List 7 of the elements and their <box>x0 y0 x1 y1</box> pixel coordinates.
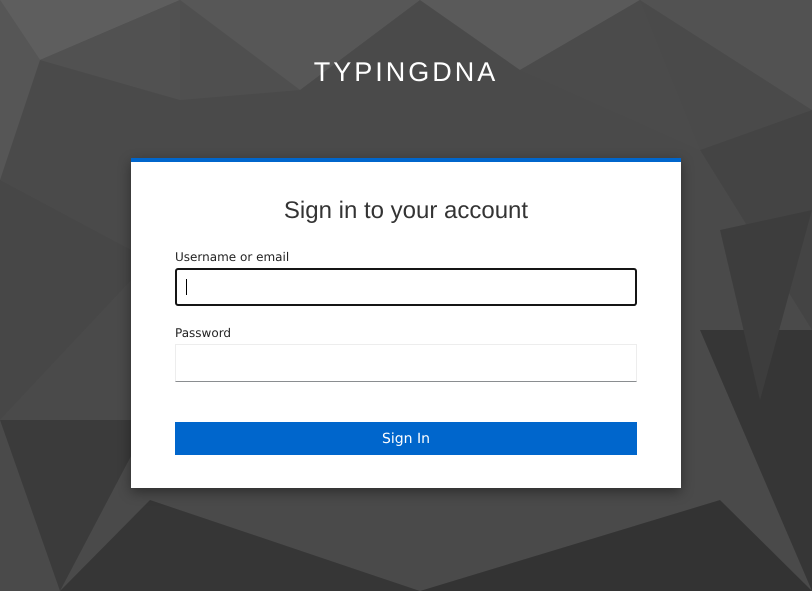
field-label: Username or email <box>175 250 290 264</box>
sign-in-button[interactable]: Sign In <box>175 422 637 455</box>
card-heading: Sign in to your account <box>282 196 530 226</box>
field-label: Password <box>175 326 232 340</box>
input-field[interactable] <box>175 268 637 306</box>
brand-title: TYPINGDNA <box>314 56 498 88</box>
text-caret <box>186 279 187 295</box>
